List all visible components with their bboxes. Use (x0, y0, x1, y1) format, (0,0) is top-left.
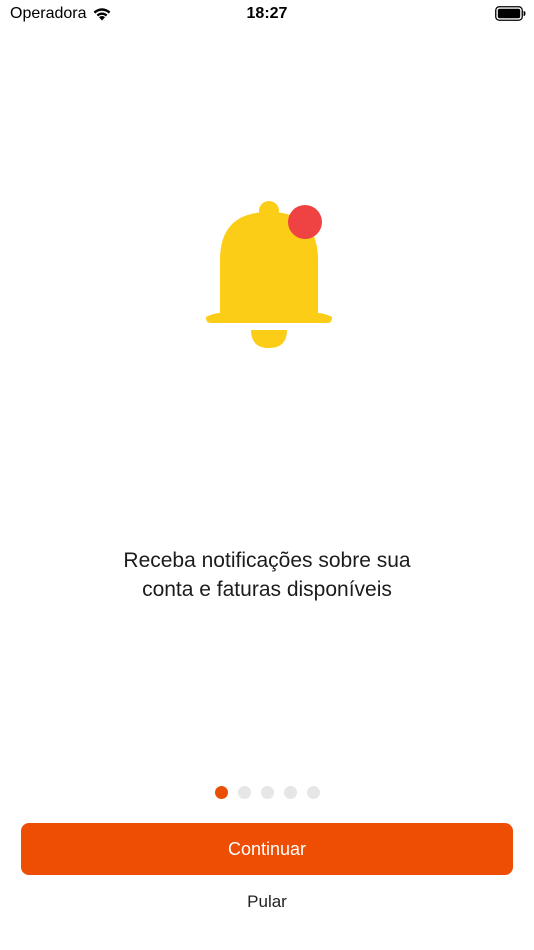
onboarding-message: Receba notificações sobre sua conta e fa… (60, 546, 474, 604)
battery-icon (495, 6, 526, 21)
page-dot-5[interactable] (306, 786, 320, 799)
message-line-1: Receba notificações sobre sua (123, 549, 411, 572)
page-indicator[interactable] (0, 786, 534, 799)
continue-button[interactable]: Continuar (21, 823, 513, 875)
notification-badge-icon (288, 205, 322, 239)
page-dot-2[interactable] (237, 786, 251, 799)
status-bar: Operadora 18:27 (0, 0, 534, 28)
message-line-2: conta e faturas disponíveis (142, 578, 392, 601)
bell-illustration (206, 201, 332, 348)
page-dot-1[interactable] (214, 786, 228, 799)
page-dot-4[interactable] (283, 786, 297, 799)
clock: 18:27 (246, 5, 288, 22)
page-dot-3[interactable] (260, 786, 274, 799)
skip-button[interactable]: Pular (0, 892, 534, 912)
